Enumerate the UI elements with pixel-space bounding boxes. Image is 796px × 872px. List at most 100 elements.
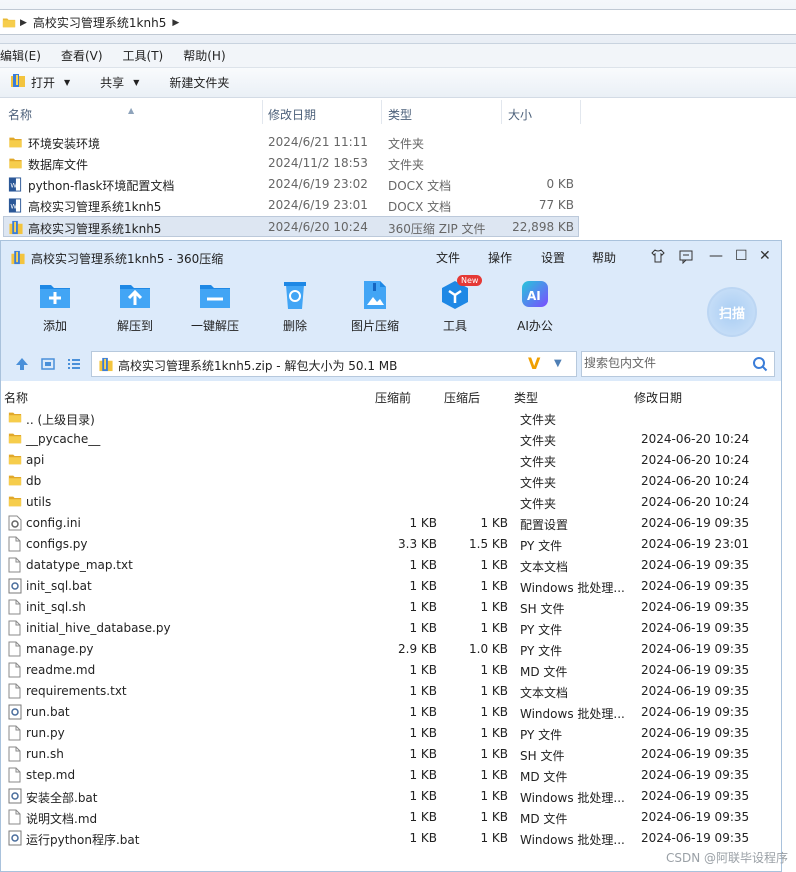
open-button[interactable]: 打开 ▼ xyxy=(10,73,70,92)
feedback-icon[interactable] xyxy=(678,248,694,268)
table-row[interactable]: 说明文档.md 1 KB 1 KB MD 文件 2024-06-19 09:35 xyxy=(1,807,781,828)
explorer-menubar: 编辑(E) 查看(V) 工具(T) 帮助(H) xyxy=(0,44,796,68)
column-name[interactable]: 名称 xyxy=(8,106,32,123)
table-row[interactable]: step.md 1 KB 1 KB MD 文件 2024-06-19 09:35 xyxy=(1,765,781,786)
column-name[interactable]: 名称 xyxy=(4,389,28,406)
table-row[interactable]: initial_hive_database.py 1 KB 1 KB PY 文件 202… xyxy=(1,618,781,639)
file-name: run.sh xyxy=(26,747,64,761)
image-compress-button[interactable]: 图片压缩 xyxy=(343,279,407,334)
chevron-right-icon[interactable]: ▶ xyxy=(172,18,179,28)
scan-button[interactable]: 扫描 xyxy=(707,287,757,337)
column-before[interactable]: 压缩前 xyxy=(375,389,411,406)
table-row[interactable]: utils 文件夹 2024-06-20 10:24 xyxy=(1,492,781,513)
size-after: 1.5 KB xyxy=(469,537,508,551)
table-row[interactable]: api 文件夹 2024-06-20 10:24 xyxy=(1,450,781,471)
table-row[interactable]: run.bat 1 KB 1 KB Windows 批处理... 2024-06-19 … xyxy=(1,702,781,723)
menu-settings[interactable]: 设置 xyxy=(541,249,565,266)
delete-button[interactable]: 删除 xyxy=(263,279,327,334)
file-date: 2024-06-19 09:35 xyxy=(641,684,750,698)
column-date[interactable]: 修改日期 xyxy=(634,389,682,406)
file-icon xyxy=(8,599,21,618)
breadcrumb-folder[interactable]: 高校实习管理系统1knh5 xyxy=(33,14,166,31)
list-item[interactable]: W 高校实习管理系统1knh5 2024/6/19 23:01 DOCX 文档 … xyxy=(0,195,796,216)
table-row[interactable]: db 文件夹 2024-06-20 10:24 xyxy=(1,471,781,492)
list-item[interactable]: 数据库文件 2024/11/2 18:53 文件夹 xyxy=(0,153,796,174)
file-name: datatype_map.txt xyxy=(26,558,133,572)
chevron-down-icon[interactable]: ▼ xyxy=(554,358,562,369)
size-after: 1 KB xyxy=(480,747,508,761)
table-row[interactable]: __pycache__ 文件夹 2024-06-20 10:24 xyxy=(1,429,781,450)
table-row[interactable]: config.ini 1 KB 1 KB 配置设置 2024-06-19 09:35 xyxy=(1,513,781,534)
size-before: 1 KB xyxy=(409,747,437,761)
size-after: 1 KB xyxy=(480,558,508,572)
menu-tools[interactable]: 工具(T) xyxy=(123,47,164,64)
table-row[interactable]: 安装全部.bat 1 KB 1 KB Windows 批处理... 2024-06-19… xyxy=(1,786,781,807)
list-item-selected[interactable]: 高校实习管理系统1knh5 2024/6/20 10:24 360压缩 ZIP … xyxy=(3,216,579,237)
file-icon xyxy=(8,683,21,702)
folder-icon xyxy=(8,473,22,490)
thumbnail-view-icon[interactable] xyxy=(41,357,55,374)
file-type: Windows 批处理... xyxy=(520,791,625,805)
table-row[interactable]: run.sh 1 KB 1 KB SH 文件 2024-06-19 09:35 xyxy=(1,744,781,765)
explorer-toolbar: 打开 ▼ 共享 ▼ 新建文件夹 xyxy=(0,68,796,98)
minimize-icon[interactable]: — xyxy=(709,248,723,264)
chevron-down-icon: ▼ xyxy=(64,78,71,87)
zip-archive-icon xyxy=(10,250,26,268)
file-type: 文件夹 xyxy=(388,137,425,151)
column-type[interactable]: 类型 xyxy=(388,106,412,123)
add-button[interactable]: 添加 xyxy=(23,279,87,334)
chevron-right-icon[interactable]: ▶ xyxy=(20,18,27,28)
column-type[interactable]: 类型 xyxy=(514,389,538,406)
explorer-address-area: ▶ 高校实习管理系统1knh5 ▶ xyxy=(0,0,796,44)
table-row[interactable]: run.py 1 KB 1 KB PY 文件 2024-06-19 09:35 xyxy=(1,723,781,744)
menu-view[interactable]: 查看(V) xyxy=(61,47,103,64)
size-before: 1 KB xyxy=(409,558,437,572)
table-row[interactable]: datatype_map.txt 1 KB 1 KB 文本文档 2024-06-19 0… xyxy=(1,555,781,576)
zip-file-list: .. (上级目录) 文件夹 __pycache__ 文件夹 2024-06-20 10:… xyxy=(1,408,781,849)
close-icon[interactable]: ✕ xyxy=(759,248,771,264)
extract-to-button[interactable]: 解压到 xyxy=(103,279,167,334)
list-item[interactable]: 环境安装环境 2024/6/21 11:11 文件夹 xyxy=(0,132,796,153)
maximize-icon[interactable]: ☐ xyxy=(735,248,748,264)
v-logo-icon[interactable]: V xyxy=(528,354,540,373)
table-row[interactable]: init_sql.bat 1 KB 1 KB Windows 批处理... 2024-0… xyxy=(1,576,781,597)
menu-edit[interactable]: 编辑(E) xyxy=(0,47,41,64)
search-icon[interactable] xyxy=(752,356,768,375)
file-type: 文件夹 xyxy=(388,158,425,172)
menu-operation[interactable]: 操作 xyxy=(488,249,512,266)
list-view-icon[interactable] xyxy=(67,357,81,374)
file-name: config.ini xyxy=(26,516,81,530)
skin-shirt-icon[interactable] xyxy=(650,248,666,268)
new-folder-button[interactable]: 新建文件夹 xyxy=(169,74,229,91)
column-date[interactable]: 修改日期 xyxy=(268,106,316,123)
menu-help[interactable]: 帮助 xyxy=(592,249,616,266)
column-size[interactable]: 大小 xyxy=(508,106,532,123)
archive-path-field[interactable]: 高校实习管理系统1knh5.zip - 解包大小为 50.1 MB V ▼ xyxy=(91,351,577,377)
search-input[interactable] xyxy=(584,356,744,370)
address-bar[interactable]: ▶ 高校实习管理系统1knh5 ▶ xyxy=(0,9,796,35)
table-row[interactable]: configs.py 3.3 KB 1.5 KB PY 文件 2024-06-19 23… xyxy=(1,534,781,555)
table-row[interactable]: manage.py 2.9 KB 1.0 KB PY 文件 2024-06-19 09:… xyxy=(1,639,781,660)
tools-button[interactable]: 工具 xyxy=(423,279,487,334)
ai-icon: AI xyxy=(518,279,552,311)
file-type: PY 文件 xyxy=(520,644,563,658)
zip-titlebar[interactable]: 高校实习管理系统1knh5 - 360压缩 文件 操作 设置 帮助 — ☐ ✕ xyxy=(1,241,781,273)
list-item[interactable]: W python-flask环境配置文档 2024/6/19 23:02 DOC… xyxy=(0,174,796,195)
table-row[interactable]: readme.md 1 KB 1 KB MD 文件 2024-06-19 09:35 xyxy=(1,660,781,681)
one-click-extract-button[interactable]: 一键解压 xyxy=(183,279,247,334)
menu-file[interactable]: 文件 xyxy=(436,249,460,266)
column-after[interactable]: 压缩后 xyxy=(444,389,480,406)
size-after: 1 KB xyxy=(480,789,508,803)
table-row[interactable]: requirements.txt 1 KB 1 KB 文本文档 2024-06-19 0… xyxy=(1,681,781,702)
share-button[interactable]: 共享 ▼ xyxy=(100,74,139,91)
table-row[interactable]: 运行python程序.bat 1 KB 1 KB Windows 批处理... 2024… xyxy=(1,828,781,849)
file-name: run.py xyxy=(26,726,65,740)
file-name: __pycache__ xyxy=(26,432,101,446)
search-box[interactable] xyxy=(581,351,775,377)
ai-office-button[interactable]: AI AI办公 xyxy=(503,279,567,334)
file-date: 2024-06-19 09:35 xyxy=(641,789,750,803)
up-arrow-icon[interactable] xyxy=(15,357,29,374)
table-row[interactable]: init_sql.sh 1 KB 1 KB SH 文件 2024-06-19 09:35 xyxy=(1,597,781,618)
menu-help[interactable]: 帮助(H) xyxy=(183,47,225,64)
table-row[interactable]: .. (上级目录) 文件夹 xyxy=(1,408,781,429)
